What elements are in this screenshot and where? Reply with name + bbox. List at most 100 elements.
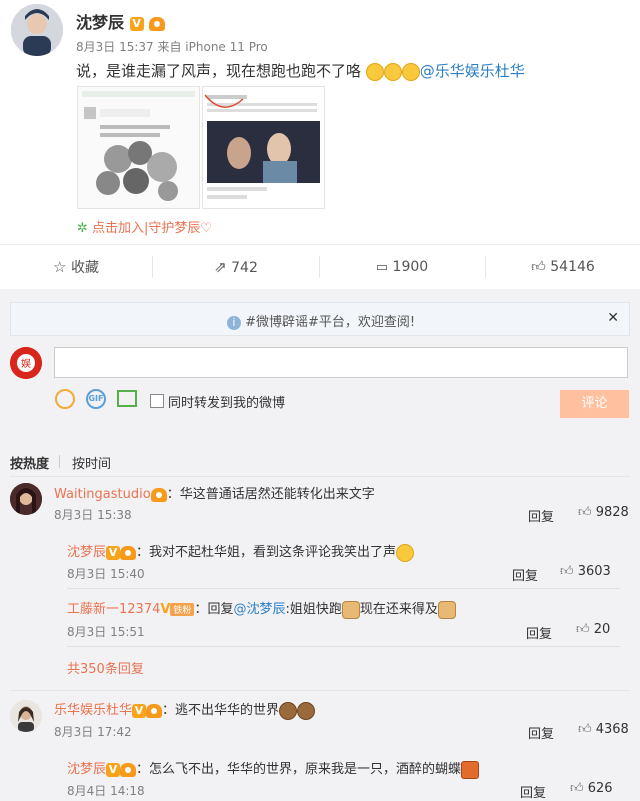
commenter-name[interactable]: Waitingastudio (54, 487, 151, 502)
commenter-avatar[interactable] (10, 700, 42, 732)
thumbs-up-icon: 👍︎ (531, 259, 546, 275)
crying-laugh-emoji-icon (297, 701, 316, 720)
laugh-emoji-icon (365, 62, 384, 81)
submit-comment-button[interactable]: 评论 (560, 390, 629, 418)
shocked-emoji-icon (396, 543, 415, 562)
reply-button[interactable]: 回复 (528, 506, 554, 525)
like-button[interactable]: 👍︎ 54146 (486, 245, 640, 289)
comment-text: ：逃不出华华的世界 (162, 703, 280, 718)
thumbs-up-icon: 👍︎ (578, 505, 592, 520)
divider (67, 588, 620, 589)
crying-laugh-emoji-icon (279, 701, 298, 720)
mention-link[interactable]: @沈梦辰 (233, 602, 285, 617)
divider (67, 646, 620, 647)
author-avatar[interactable] (11, 4, 63, 56)
author-name[interactable]: 沈梦辰 (76, 13, 124, 32)
commenter-name[interactable]: 乐华娱乐杜华 (54, 703, 132, 718)
cat-emoji-icon (437, 600, 456, 619)
comment-like-count: 20 (593, 622, 611, 637)
tab-sort-time[interactable]: 按时间 (72, 453, 111, 472)
comment-text-suffix: 现在还来得及 (359, 602, 438, 617)
close-icon[interactable]: ✕ (607, 310, 619, 326)
member-badge-icon (120, 545, 137, 560)
member-badge-icon (149, 16, 166, 31)
repost-button[interactable]: ⇗ 742 (153, 245, 319, 289)
more-replies-link[interactable]: 共350条回复 (67, 658, 144, 677)
comment-like-button[interactable]: 👍︎ 4368 (578, 722, 629, 737)
commenter-name[interactable]: 工藤新一12374 (67, 602, 160, 617)
comment-like-button[interactable]: 👍︎ 20 (576, 622, 610, 637)
verified-badge-icon: V (132, 703, 147, 718)
comment-text: ：怎么飞不出，华华的世界，原来我是一只，酒醉的蝴蝶 (136, 762, 462, 777)
mention-link[interactable]: @乐华娱乐杜华 (420, 62, 525, 80)
comment-like-button[interactable]: 👍︎ 626 (570, 781, 613, 796)
comment-text: ：华这普通话居然还能转化出来文字 (166, 487, 375, 502)
comment-text-prefix: ：回复 (194, 602, 234, 617)
fan-group-link[interactable]: 点击加入|守护梦辰♡ (92, 221, 212, 236)
post-card: 沈梦辰 V 8月3日 15:37 来自 iPhone 11 Pro 说，是谁走漏… (0, 0, 640, 244)
comment-count: 1900 (392, 259, 429, 275)
info-icon: i (226, 315, 241, 330)
thumbs-up-icon: 👍︎ (560, 564, 574, 579)
divider (59, 455, 60, 468)
post-meta: 8月3日 15:37 来自 iPhone 11 Pro (76, 40, 268, 54)
thumbs-up-icon: 👍︎ (578, 722, 592, 737)
notice-banner: i #微博辟谣#平台，欢迎查阅! ✕ (10, 302, 630, 336)
post-image-1[interactable] (77, 86, 200, 209)
post-text: 说，是谁走漏了风声，现在想跑也跑不了咯 (76, 62, 362, 80)
reply-thread: 沈梦辰 V ：怎么飞不出，华华的世界，原来我是一只，酒醉的蝴蝶 8月4日 14:18… (54, 748, 630, 801)
divider (10, 690, 630, 691)
favorite-label: 收藏 (70, 260, 99, 276)
comment-button[interactable]: ▭ 1900 (320, 245, 484, 289)
comment-like-count: 3603 (577, 564, 611, 579)
comment-like-count: 626 (587, 781, 613, 796)
like-count: 54146 (550, 259, 595, 275)
comment-time: 8月3日 15:51 (67, 625, 145, 639)
laugh-emoji-icon (383, 62, 402, 81)
commenter-avatar[interactable] (10, 483, 42, 515)
repost-icon: ⇗ (214, 258, 227, 276)
verified-badge-icon: V (106, 762, 121, 777)
commenter-name[interactable]: 沈梦辰 (67, 762, 106, 777)
comment-time: 8月3日 15:40 (67, 567, 145, 581)
favorite-button[interactable]: ☆ 收藏 (0, 245, 152, 289)
comment-time: 8月3日 15:38 (54, 508, 132, 522)
verified-badge-icon: V (129, 16, 144, 31)
comment-like-button[interactable]: 👍︎ 9828 (578, 505, 629, 520)
comment-time: 8月3日 17:42 (54, 725, 132, 739)
notice-text: #微博辟谣#平台，欢迎查阅! (245, 315, 416, 330)
thumbs-up-icon: 👍︎ (570, 781, 584, 796)
current-user-avatar[interactable]: 娱 (10, 347, 42, 379)
emoji-picker-icon[interactable] (55, 389, 75, 409)
reply-button[interactable]: 回复 (528, 723, 554, 742)
comment-like-count: 4368 (595, 722, 629, 737)
svg-text:娱: 娱 (21, 357, 31, 370)
cat-emoji-icon (341, 600, 360, 619)
reply-thread: 沈梦辰 V ：我对不起杜华姐，看到这条评论我笑出了声 8月3日 15:40 回复 👍… (54, 531, 630, 684)
comment-icon: ▭ (375, 260, 389, 275)
member-badge-icon (150, 487, 167, 502)
commenter-name[interactable]: 沈梦辰 (67, 545, 106, 560)
gif-icon[interactable]: GIF (86, 389, 106, 409)
butterfly-emoji-icon (461, 760, 480, 779)
comment-text: :姐姐快跑 (285, 602, 342, 617)
post-image-2[interactable] (202, 86, 325, 209)
image-upload-icon[interactable] (117, 390, 137, 407)
repost-checkbox[interactable] (150, 394, 164, 408)
sparkle-icon: ✲ (77, 221, 88, 236)
tab-sort-hot[interactable]: 按热度 (10, 453, 49, 472)
reply-button[interactable]: 回复 (512, 565, 538, 584)
comment-text: ：我对不起杜华姐，看到这条评论我笑出了声 (136, 545, 397, 560)
repost-count: 742 (231, 260, 258, 276)
reply-button[interactable]: 回复 (526, 623, 552, 642)
star-icon: ☆ (53, 258, 67, 276)
member-badge-icon (120, 762, 137, 777)
verified-badge-icon: V (106, 545, 121, 560)
action-bar: ☆ 收藏 ⇗ 742 ▭ 1900 👍︎ 54146 (0, 244, 640, 289)
comment-time: 8月4日 14:18 (67, 784, 145, 798)
member-badge-icon (146, 703, 163, 718)
comment-input[interactable] (54, 347, 628, 378)
comment-like-count: 9828 (595, 505, 629, 520)
comment-like-button[interactable]: 👍︎ 3603 (560, 564, 611, 579)
reply-button[interactable]: 回复 (520, 782, 546, 801)
